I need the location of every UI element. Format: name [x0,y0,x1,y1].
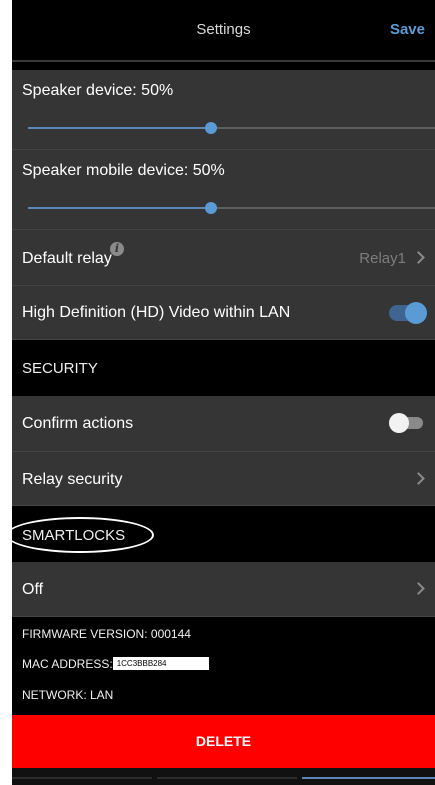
speaker-mobile-label: Speaker mobile device: 50% [22,162,225,179]
speaker-device-slider[interactable] [28,121,435,135]
speaker-device-label: Speaker device: 50% [22,82,174,99]
default-relay-label: Default relay [22,250,112,267]
mac-address-line: MAC ADDRESS: 1CC3BBB284 [22,657,209,671]
mac-address-label: MAC ADDRESS: [22,657,113,671]
relay-security-row[interactable]: Relay security [12,452,435,506]
slider-fill [28,207,212,209]
info-icon[interactable]: i [110,242,124,256]
bottom-tab-indicator [12,768,435,785]
default-relay-value: Relay1 [359,250,406,267]
confirm-actions-row: Confirm actions [12,396,435,452]
smartlocks-row[interactable]: Off [12,562,435,617]
confirm-actions-label: Confirm actions [22,415,134,432]
speaker-mobile-row: Speaker mobile device: 50% [12,150,435,230]
speaker-device-row: Speaker device: 50% [12,70,435,150]
firmware-version: FIRMWARE VERSION: 000144 [22,627,191,641]
security-section-title: SECURITY [22,360,98,377]
chevron-right-icon [412,582,425,595]
relay-security-chevron-wrap [406,471,425,488]
page-title: Settings [196,21,251,38]
network-info: NETWORK: LAN [22,688,114,702]
toggle-knob [405,302,427,324]
slider-fill [28,127,212,129]
settings-screen: Settings Save Speaker device: 50% Speake… [12,0,435,785]
chevron-right-icon [412,472,425,485]
confirm-actions-toggle[interactable] [389,413,423,433]
top-bar: Settings Save [12,0,435,62]
mac-address-value: 1CC3BBB284 [112,657,209,671]
hd-video-label: High Definition (HD) Video within LAN [22,304,291,321]
chevron-right-icon [412,251,425,264]
default-relay-value-wrap: Relay1 [359,250,425,267]
speaker-mobile-slider[interactable] [28,201,435,215]
default-relay-row[interactable]: Default relay i Relay1 [12,230,435,286]
highlight-circle [12,517,154,553]
relay-security-label: Relay security [22,471,123,488]
toggle-knob [389,413,409,433]
tab-indicator-active [302,777,435,779]
tab-indicator-segment [12,777,152,779]
slider-thumb[interactable] [205,202,218,214]
hd-video-toggle[interactable] [389,302,427,324]
smartlocks-chevron-wrap [406,581,425,598]
delete-button[interactable]: DELETE [12,715,435,768]
device-info: FIRMWARE VERSION: 000144 MAC ADDRESS: 1CC… [12,617,435,715]
slider-thumb[interactable] [205,122,218,134]
divider [12,60,435,62]
smartlocks-value-label: Off [22,581,44,598]
tab-indicator-segment [157,777,297,779]
security-section-header: SECURITY [12,340,435,396]
save-button[interactable]: Save [390,21,425,38]
hd-video-row: High Definition (HD) Video within LAN [12,286,435,340]
smartlocks-section-header: SMARTLOCKS [12,506,435,562]
